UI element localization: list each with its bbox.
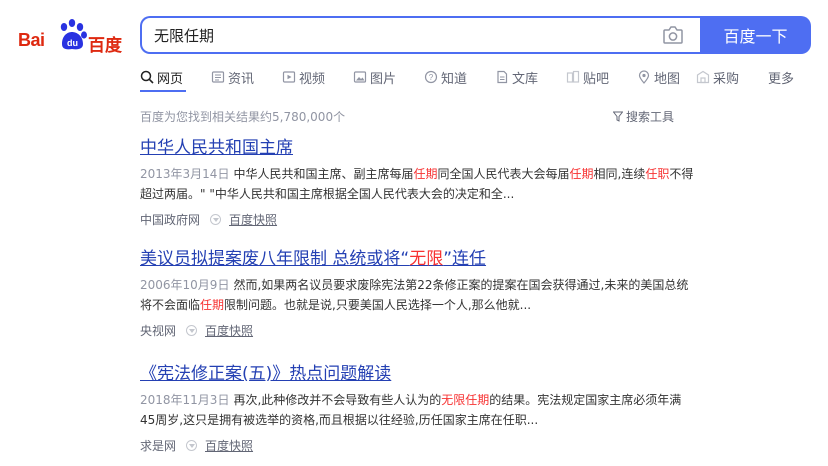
result-date: 2006年10月9日: [140, 278, 230, 292]
result-source[interactable]: 中国政府网: [140, 211, 200, 228]
result-source-row: 求是网 百度快照: [140, 437, 700, 453]
shopping-icon: [696, 70, 710, 84]
source-dropdown-icon[interactable]: [210, 213, 222, 225]
result-count: 百度为您找到相关结果约5,780,000个: [140, 110, 346, 124]
search-box: [140, 16, 700, 54]
result-abstract: 2006年10月9日 然而,如果两名议员要求废除宪法第22条修正案的提案在国会获得…: [140, 275, 696, 315]
tab-more[interactable]: 更多: [768, 67, 808, 87]
tab-label: 视频: [299, 71, 326, 87]
document-icon: [497, 70, 508, 84]
tab-video[interactable]: 视频: [282, 67, 353, 87]
highlighted-keyword: 任期: [569, 167, 594, 181]
tab-label: 贴吧: [583, 71, 610, 87]
text-segment: 相同,连续: [593, 167, 646, 181]
logo-text-du: du: [67, 38, 78, 48]
tab-zhidao[interactable]: ? 知道: [424, 67, 495, 87]
result-abstract: 2013年3月14日 中华人民共和国主席、副主席每届任期同全国人民代表大会每届任期…: [140, 164, 696, 204]
result-snapshot-link[interactable]: 百度快照: [205, 437, 253, 454]
tab-label: 网页: [157, 71, 184, 87]
result-source-row: 中国政府网 百度快照: [140, 211, 700, 227]
text-segment: 美议员拟提案废八年限制 总统或将“: [140, 249, 410, 269]
result-snapshot-link[interactable]: 百度快照: [205, 322, 253, 339]
source-dropdown-icon[interactable]: [186, 324, 198, 336]
forum-icon: [566, 70, 580, 83]
text-segment: 再次,此种修改并不会导致有些人认为的: [233, 393, 442, 407]
tab-news[interactable]: 资讯: [211, 67, 282, 87]
paw-icon: du: [60, 19, 87, 50]
search-tools-button[interactable]: 搜索工具: [613, 108, 674, 125]
logo-text-bai: Bai: [18, 30, 45, 50]
highlighted-keyword: 任职: [645, 167, 670, 181]
result-source[interactable]: 求是网: [140, 437, 176, 454]
tab-image[interactable]: 图片: [353, 67, 424, 87]
tab-tieba[interactable]: 贴吧: [566, 67, 637, 87]
result-date: 2013年3月14日: [140, 167, 230, 181]
tab-purchase[interactable]: 采购: [696, 67, 768, 87]
result-source[interactable]: 央视网: [140, 322, 176, 339]
result-abstract: 2018年11月3日 再次,此种修改并不会导致有些人认为的无限任期的结果。宪法规定…: [140, 390, 696, 430]
source-dropdown-icon[interactable]: [186, 439, 198, 451]
result-date: 2018年11月3日: [140, 393, 230, 407]
tab-label: 地图: [654, 71, 681, 87]
highlighted-keyword: 任期: [200, 298, 225, 312]
result-title-link[interactable]: 美议员拟提案废八年限制 总统或将“无限”连任: [140, 249, 486, 269]
tab-label: 采购: [713, 71, 740, 87]
text-segment: 《宪法修正案(五)》热点问题解读: [140, 364, 392, 384]
tab-label: 图片: [370, 71, 397, 87]
search-result: 《宪法修正案(五)》热点问题解读 2018年11月3日 再次,此种修改并不会导致有…: [140, 363, 700, 453]
text-segment: 中华人民共和国主席、副主席每届: [233, 167, 414, 181]
tab-map[interactable]: 地图: [637, 67, 696, 87]
baidu-logo[interactable]: Bai du 百度: [18, 14, 124, 56]
text-segment: 限制问题。也就是说,只要美国人民选择一个人,那么他就...: [224, 298, 532, 312]
news-icon: [211, 71, 225, 83]
question-icon: ?: [424, 70, 438, 84]
map-pin-icon: [638, 70, 650, 84]
result-source-row: 央视网 百度快照: [140, 322, 700, 338]
text-segment: 中华人民共和国主席: [140, 138, 293, 158]
tab-label: 知道: [441, 71, 468, 87]
search-button[interactable]: 百度一下: [700, 16, 811, 54]
logo-text-cn: 百度: [88, 36, 122, 56]
tab-wenku[interactable]: 文库: [495, 67, 566, 87]
result-title-link[interactable]: 中华人民共和国主席: [140, 138, 293, 158]
search-icon: [140, 70, 154, 84]
search-result: 美议员拟提案废八年限制 总统或将“无限”连任 2006年10月9日 然而,如果两名…: [140, 248, 700, 338]
image-icon: [353, 71, 367, 83]
search-tools-label: 搜索工具: [626, 110, 675, 124]
funnel-icon: [613, 111, 623, 122]
text-segment: 同全国人民代表大会每届: [437, 167, 570, 181]
search-input[interactable]: [154, 18, 654, 52]
result-title-link[interactable]: 《宪法修正案(五)》热点问题解读: [140, 364, 391, 384]
text-segment: ”连任: [443, 249, 487, 269]
svg-text:?: ?: [429, 73, 434, 82]
tab-label: 文库: [512, 71, 539, 87]
tab-label: 更多: [768, 71, 795, 87]
highlighted-keyword: 无限任期: [441, 393, 490, 407]
highlighted-keyword: 任期: [413, 167, 438, 181]
active-tab-indicator: [140, 90, 186, 92]
search-result: 中华人民共和国主席 2013年3月14日 中华人民共和国主席、副主席每届任期同全国…: [140, 137, 700, 227]
highlighted-keyword: 无限: [409, 249, 444, 269]
video-icon: [282, 71, 296, 83]
result-snapshot-link[interactable]: 百度快照: [229, 211, 277, 228]
tab-label: 资讯: [228, 71, 255, 87]
tab-web[interactable]: 网页: [140, 67, 211, 87]
search-tabs: 网页 资讯 视频 图片 ? 知道 文库 贴吧 地图 采购 更多: [140, 67, 808, 89]
camera-icon[interactable]: [662, 25, 684, 45]
